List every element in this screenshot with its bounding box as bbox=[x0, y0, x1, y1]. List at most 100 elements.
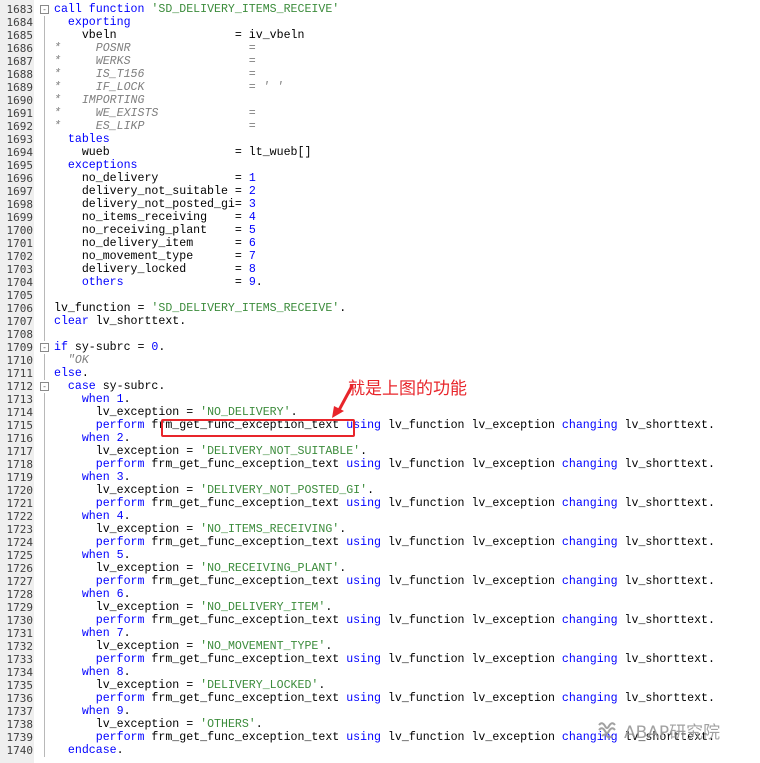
code-token: sy-subrc. bbox=[102, 380, 166, 393]
code-text: when 2. bbox=[54, 432, 131, 445]
line-number: 1719 bbox=[6, 471, 34, 484]
fold-guide bbox=[44, 692, 45, 705]
code-text: lv_exception = 'NO_RECEIVING_PLANT'. bbox=[54, 562, 347, 575]
line-number: 1738 bbox=[6, 718, 34, 731]
code-token: . bbox=[290, 406, 298, 419]
code-token: lv_exception = bbox=[54, 523, 201, 536]
code-token: perform bbox=[54, 497, 152, 510]
fold-toggle-icon[interactable]: - bbox=[40, 382, 49, 391]
code-token: . bbox=[123, 471, 131, 484]
code-token: using bbox=[346, 692, 388, 705]
code-text: lv_exception = 'NO_MOVEMENT_TYPE'. bbox=[54, 640, 333, 653]
code-text: delivery_locked = 8 bbox=[54, 263, 256, 276]
code-token: . bbox=[339, 562, 347, 575]
code-text: call function 'SD_DELIVERY_ITEMS_RECEIVE… bbox=[54, 3, 339, 16]
fold-guide bbox=[44, 250, 45, 263]
code-token: . bbox=[158, 341, 166, 354]
code-token: * IF_LOCK = ' ' bbox=[54, 81, 284, 94]
code-token: using bbox=[346, 731, 388, 744]
code-token: when bbox=[54, 666, 117, 679]
code-line: 1695 exceptions bbox=[0, 159, 760, 172]
fold-guide bbox=[44, 185, 45, 198]
code-token: 4 bbox=[248, 211, 256, 224]
code-text: lv_exception = 'DELIVERY_NOT_POSTED_GI'. bbox=[54, 484, 374, 497]
fold-guide bbox=[44, 458, 45, 471]
code-text: lv_exception = 'NO_DELIVERY_ITEM'. bbox=[54, 601, 333, 614]
fold-guide bbox=[44, 159, 45, 172]
code-token: 'NO_MOVEMENT_TYPE' bbox=[200, 640, 326, 653]
code-token: changing bbox=[561, 497, 625, 510]
code-token: no_delivery_item = bbox=[54, 237, 249, 250]
code-token: 4 bbox=[116, 510, 124, 523]
code-line: 1701 no_delivery_item = 6 bbox=[0, 237, 760, 250]
line-number: 1729 bbox=[6, 601, 34, 614]
fold-guide bbox=[44, 523, 45, 536]
code-token: lv_shorttext. bbox=[624, 536, 715, 549]
code-text: when 6. bbox=[54, 588, 131, 601]
code-token: delivery_not_suitable = bbox=[54, 185, 249, 198]
code-token: delivery_locked = bbox=[54, 263, 249, 276]
code-text: when 1. bbox=[54, 393, 131, 406]
code-line: 1705 bbox=[0, 289, 760, 302]
code-line: 1732 lv_exception = 'NO_MOVEMENT_TYPE'. bbox=[0, 640, 760, 653]
line-number: 1693 bbox=[6, 133, 34, 146]
fold-guide bbox=[44, 289, 45, 302]
line-number: 1712 bbox=[6, 380, 34, 393]
code-line: 1714 lv_exception = 'NO_DELIVERY'. bbox=[0, 406, 760, 419]
code-line: 1693 tables bbox=[0, 133, 760, 146]
fold-toggle-icon[interactable]: - bbox=[40, 5, 49, 14]
code-line: 1726 lv_exception = 'NO_RECEIVING_PLANT'… bbox=[0, 562, 760, 575]
code-text: lv_exception = 'NO_DELIVERY'. bbox=[54, 406, 298, 419]
code-line: 1699 no_items_receiving = 4 bbox=[0, 211, 760, 224]
code-text: exporting bbox=[54, 16, 131, 29]
code-token: 'SD_DELIVERY_ITEMS_RECEIVE' bbox=[151, 302, 340, 315]
fold-guide bbox=[44, 653, 45, 666]
code-line: 1704 others = 9. bbox=[0, 276, 760, 289]
code-token: perform bbox=[54, 614, 152, 627]
code-token: lv_function lv_exception bbox=[387, 653, 562, 666]
code-token: using bbox=[346, 536, 388, 549]
line-number: 1731 bbox=[6, 627, 34, 640]
fold-guide bbox=[44, 224, 45, 237]
line-number: 1710 bbox=[6, 354, 34, 367]
code-token: frm_get_func_exception_text bbox=[151, 497, 347, 510]
fold-toggle-icon[interactable]: - bbox=[40, 343, 49, 352]
code-token: when bbox=[54, 627, 117, 640]
fold-guide bbox=[44, 549, 45, 562]
code-token: lv_function lv_exception bbox=[387, 497, 562, 510]
line-number: 1717 bbox=[6, 445, 34, 458]
code-token: perform bbox=[54, 731, 152, 744]
code-token: * WERKS = bbox=[54, 55, 256, 68]
code-token: . bbox=[325, 640, 333, 653]
code-line: 1687 * WERKS = bbox=[0, 55, 760, 68]
code-text: * POSNR = bbox=[54, 42, 256, 55]
code-token: using bbox=[346, 575, 388, 588]
code-token: lv_shorttext. bbox=[624, 419, 715, 432]
code-line: 1689 * IF_LOCK = ' ' bbox=[0, 81, 760, 94]
code-text: "OK bbox=[54, 354, 89, 367]
code-editor[interactable]: 1683- call function 'SD_DELIVERY_ITEMS_RE… bbox=[0, 0, 760, 763]
code-text: lv_function = 'SD_DELIVERY_ITEMS_RECEIVE… bbox=[54, 302, 346, 315]
fold-guide bbox=[44, 562, 45, 575]
code-token: lv_function lv_exception bbox=[387, 614, 562, 627]
code-line: 1733 perform frm_get_func_exception_text… bbox=[0, 653, 760, 666]
code-token: when bbox=[54, 705, 117, 718]
code-text: no_receiving_plant = 5 bbox=[54, 224, 256, 237]
line-number: 1733 bbox=[6, 653, 34, 666]
code-text: tables bbox=[54, 133, 110, 146]
code-token: 1 bbox=[248, 172, 256, 185]
code-token: 'OTHERS' bbox=[200, 718, 256, 731]
code-token: * POSNR = bbox=[54, 42, 256, 55]
fold-guide bbox=[44, 367, 45, 380]
code-token: 'DELIVERY_NOT_POSTED_GI' bbox=[200, 484, 368, 497]
code-text: no_delivery_item = 6 bbox=[54, 237, 256, 250]
line-number: 1703 bbox=[6, 263, 34, 276]
code-token: 5 bbox=[116, 549, 124, 562]
code-token: vbeln = iv_vbeln bbox=[54, 29, 305, 42]
code-token: 6 bbox=[116, 588, 124, 601]
code-token: . bbox=[255, 718, 263, 731]
fold-guide bbox=[44, 107, 45, 120]
line-number: 1726 bbox=[6, 562, 34, 575]
code-text: delivery_not_posted_gi= 3 bbox=[54, 198, 256, 211]
code-token: . bbox=[123, 705, 131, 718]
